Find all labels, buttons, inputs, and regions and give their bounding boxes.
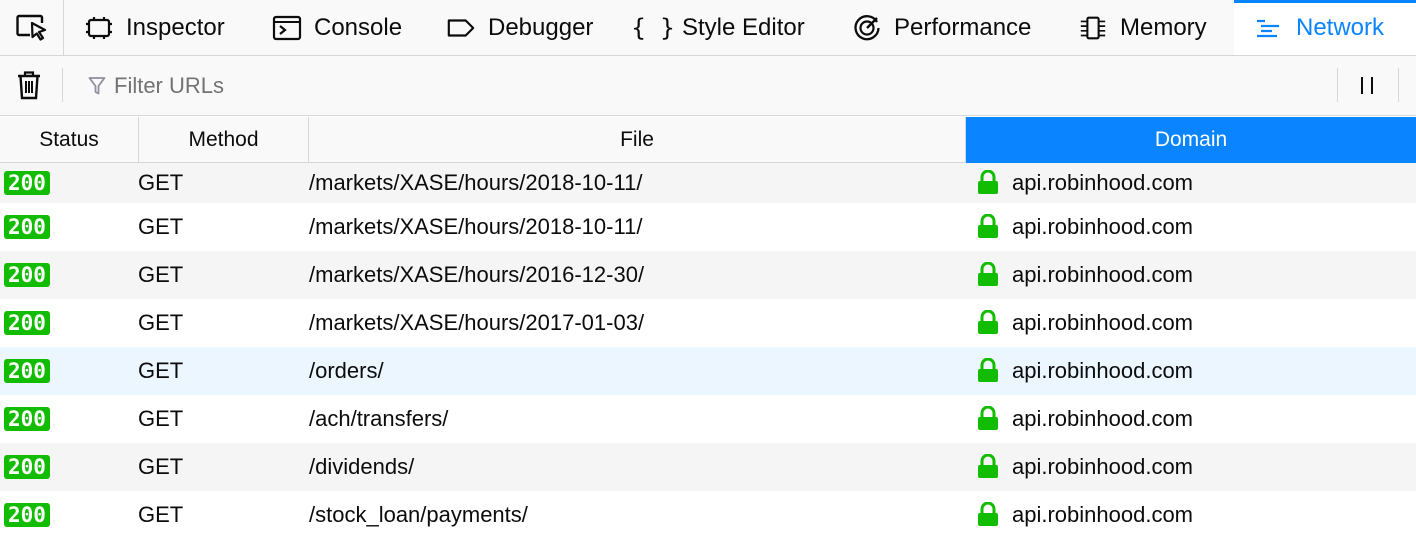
tab-inspector[interactable]: Inspector — [84, 0, 225, 55]
secure-lock-icon — [977, 163, 999, 203]
request-file: /markets/XASE/hours/2018-10-11/ — [309, 170, 643, 195]
element-picker-button[interactable] — [0, 0, 64, 55]
request-method: GET — [138, 406, 184, 431]
pause-icon — [1361, 77, 1363, 94]
request-file: /orders/ — [309, 358, 384, 383]
request-row[interactable]: 200 GET /dividends/ api.robinhood.com — [0, 443, 1416, 491]
request-row[interactable]: 200 GET /orders/ api.robinhood.com — [0, 347, 1416, 395]
debugger-icon — [446, 13, 476, 43]
pause-recording-button[interactable] — [1350, 70, 1384, 102]
request-domain: api.robinhood.com — [1012, 170, 1194, 195]
tab-style-editor[interactable]: { } Style Editor — [631, 0, 805, 55]
toolbar-overflow-button[interactable] — [1408, 68, 1416, 102]
request-domain: api.robinhood.com — [1012, 310, 1194, 335]
column-header-domain[interactable]: Domain — [966, 117, 1416, 163]
status-badge: 200 — [4, 163, 50, 203]
secure-lock-icon — [977, 251, 999, 299]
tab-label: Memory — [1120, 13, 1207, 41]
secure-lock-icon — [977, 299, 999, 347]
request-row[interactable]: 200 GET /stock_loan/payments/ api.robinh… — [0, 491, 1416, 534]
tab-label: Console — [314, 13, 403, 41]
status-badge: 200 — [4, 299, 50, 347]
request-row[interactable]: 200 GET /markets/XASE/hours/2018-10-11/ … — [0, 163, 1416, 203]
request-file: /markets/XASE/hours/2018-10-11/ — [309, 214, 643, 239]
status-badge: 200 — [4, 347, 50, 395]
requests-list: 200 GET /markets/XASE/hours/2018-10-11/ … — [0, 163, 1416, 534]
column-header-status[interactable]: Status — [0, 117, 139, 163]
request-file: /ach/transfers/ — [309, 406, 449, 431]
request-domain: api.robinhood.com — [1012, 358, 1194, 383]
request-row[interactable]: 200 GET /ach/transfers/ api.robinhood.co… — [0, 395, 1416, 443]
request-domain: api.robinhood.com — [1012, 214, 1194, 239]
request-file: /dividends/ — [309, 454, 415, 479]
toolbar-divider — [1337, 68, 1338, 102]
console-icon — [272, 13, 302, 43]
request-row[interactable]: 200 GET /markets/XASE/hours/2018-10-11/ … — [0, 203, 1416, 251]
request-row[interactable]: 200 GET /markets/XASE/hours/2017-01-03/ … — [0, 299, 1416, 347]
request-method: GET — [138, 502, 184, 527]
request-domain: api.robinhood.com — [1012, 454, 1194, 479]
request-method: GET — [138, 454, 184, 479]
status-badge: 200 — [4, 491, 50, 534]
network-icon — [1254, 13, 1284, 43]
status-badge: 200 — [4, 203, 50, 251]
request-method: GET — [138, 262, 184, 287]
request-row[interactable]: 200 GET /markets/XASE/hours/2016-12-30/ … — [0, 251, 1416, 299]
request-file: /markets/XASE/hours/2017-01-03/ — [309, 310, 645, 335]
secure-lock-icon — [977, 203, 999, 251]
secure-lock-icon — [977, 443, 999, 491]
request-domain: api.robinhood.com — [1012, 406, 1194, 431]
memory-icon — [1078, 13, 1108, 43]
secure-lock-icon — [977, 347, 999, 395]
request-file: /markets/XASE/hours/2016-12-30/ — [309, 262, 645, 287]
toolbar-divider — [62, 68, 63, 102]
tab-label: Debugger — [488, 13, 594, 41]
tab-label: Inspector — [126, 13, 225, 41]
status-badge: 200 — [4, 443, 50, 491]
secure-lock-icon — [977, 395, 999, 443]
tab-label: Performance — [894, 13, 1032, 41]
tab-console[interactable]: Console — [272, 0, 402, 55]
tab-label: Style Editor — [682, 13, 805, 41]
toolbar-divider — [1398, 68, 1399, 102]
element-picker-icon — [16, 14, 47, 41]
status-badge: 200 — [4, 251, 50, 299]
trash-icon — [18, 71, 40, 100]
column-header-file[interactable]: File — [309, 117, 966, 163]
request-domain: api.robinhood.com — [1012, 502, 1194, 527]
tab-performance[interactable]: Performance — [852, 0, 1031, 55]
tab-label: Network — [1296, 13, 1385, 41]
pause-icon — [1371, 77, 1373, 94]
clear-requests-button[interactable] — [14, 69, 44, 106]
toolbox-tabbar: Inspector Console Debugger { } Style Edi… — [0, 0, 1416, 56]
filter-urls-input[interactable] — [78, 66, 1328, 106]
tab-network[interactable]: Network — [1234, 0, 1416, 55]
secure-lock-icon — [977, 491, 999, 534]
request-file: /stock_loan/payments/ — [309, 502, 528, 527]
request-method: GET — [138, 170, 184, 195]
requests-table-header: Status Method File Domain — [0, 117, 1416, 163]
inspector-icon — [84, 13, 114, 43]
request-method: GET — [138, 214, 184, 239]
request-method: GET — [138, 358, 184, 383]
performance-icon — [852, 13, 882, 43]
tab-memory[interactable]: Memory — [1078, 0, 1207, 55]
network-toolbar — [0, 56, 1416, 116]
tab-debugger[interactable]: Debugger — [446, 0, 593, 55]
request-method: GET — [138, 310, 184, 335]
request-domain: api.robinhood.com — [1012, 262, 1194, 287]
status-badge: 200 — [4, 395, 50, 443]
style-editor-icon: { } — [631, 13, 675, 42]
column-header-method[interactable]: Method — [139, 117, 309, 163]
